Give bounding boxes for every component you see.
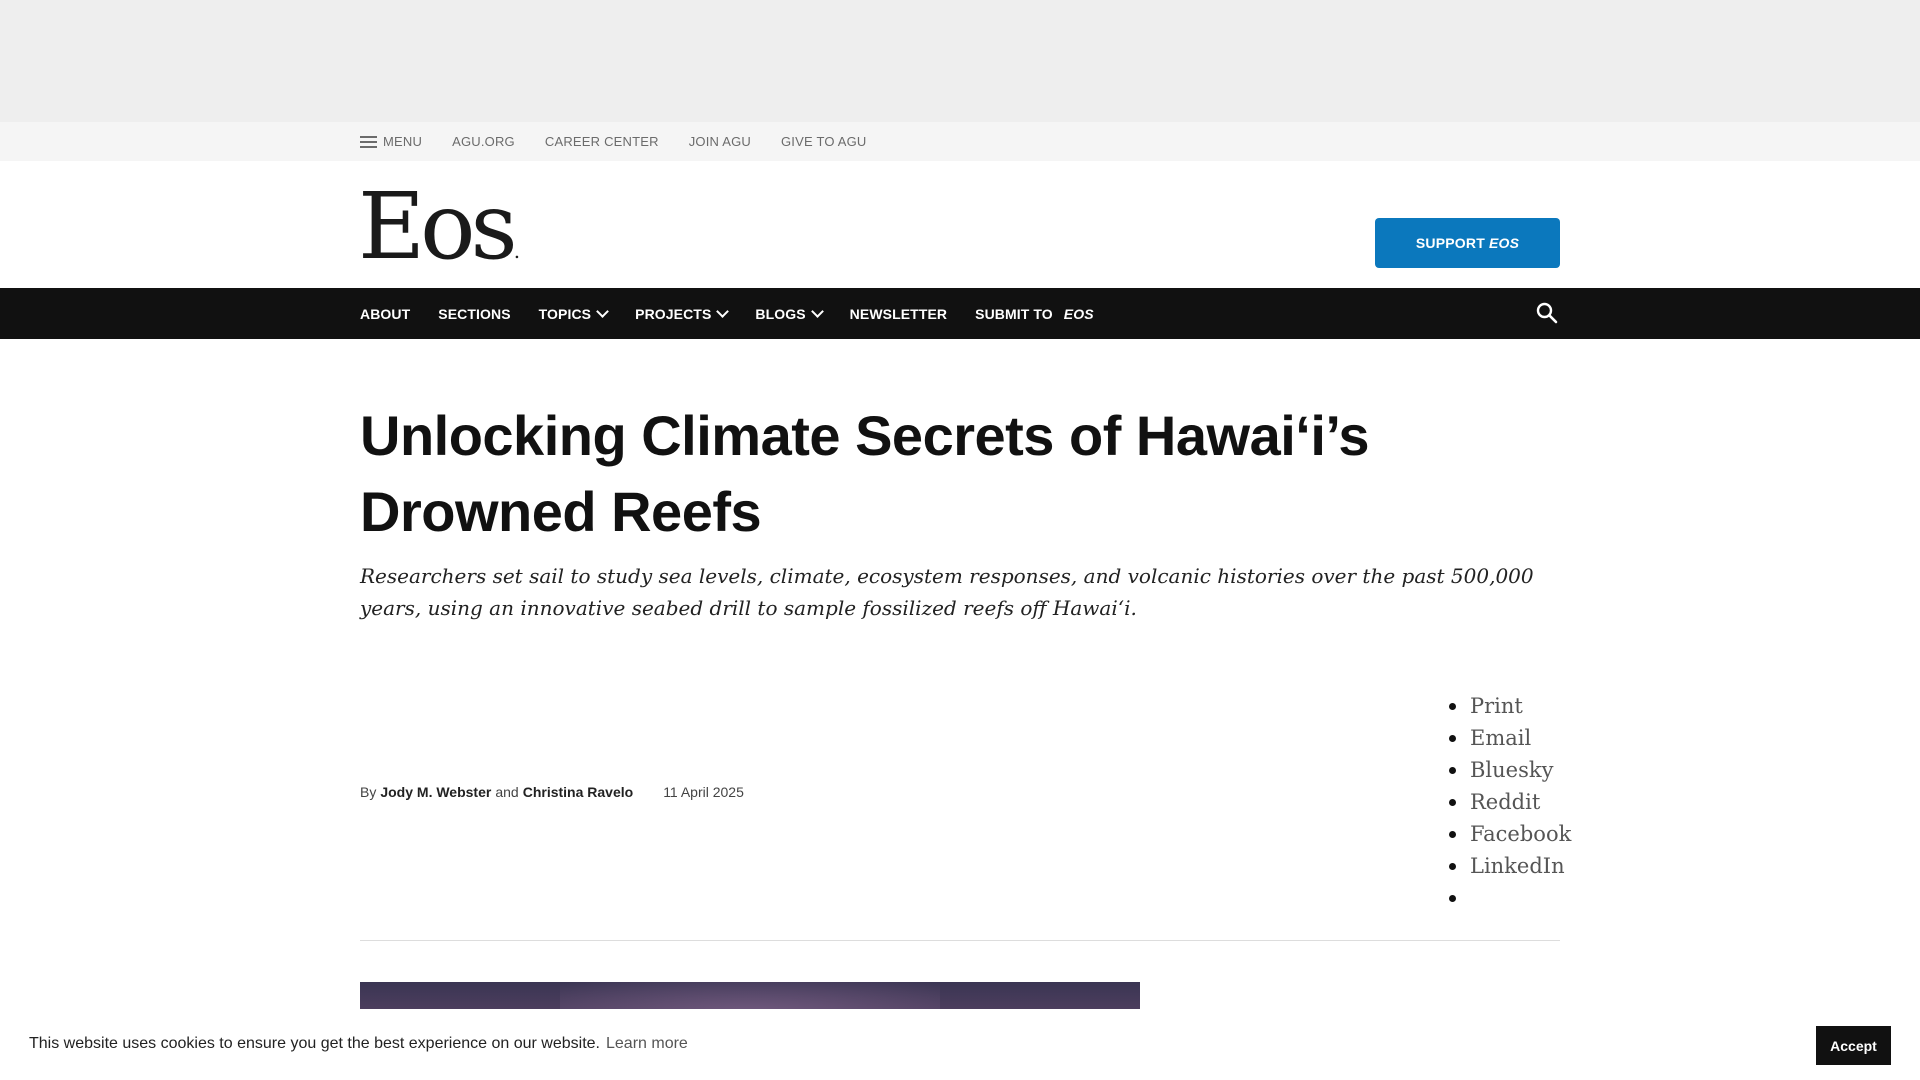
- share-reddit[interactable]: Reddit: [1449, 786, 1571, 818]
- menu-label: MENU: [383, 134, 423, 149]
- nav-about[interactable]: ABOUT: [360, 306, 410, 322]
- cookie-text: This website uses cookies to ensure you …: [29, 1035, 688, 1053]
- share-list: Print Email Bluesky Reddit Facebook Link…: [1449, 690, 1571, 914]
- chevron-down-icon: [716, 304, 730, 318]
- nav-sections-label: SECTIONS: [438, 305, 511, 322]
- share-linkedin[interactable]: LinkedIn: [1449, 850, 1571, 882]
- share-print[interactable]: Print: [1449, 690, 1571, 722]
- chevron-down-icon: [596, 304, 609, 318]
- masthead: Eos. SUPPORT EOS: [0, 161, 1920, 288]
- eos-logo[interactable]: Eos.: [358, 181, 520, 297]
- menu-button[interactable]: MENU: [360, 134, 422, 149]
- support-eos-button[interactable]: SUPPORT EOS: [1375, 218, 1560, 268]
- give-to-agu-link[interactable]: GIVE TO AGU: [781, 134, 867, 149]
- nav-projects[interactable]: PROJECTS: [635, 304, 730, 322]
- accept-cookies-button[interactable]: Accept: [1816, 1026, 1891, 1065]
- author-link[interactable]: Christina Ravelo: [523, 784, 633, 800]
- nav-blogs-label: BLOGS: [755, 305, 806, 322]
- nav-topics-label: TOPICS: [538, 305, 592, 322]
- search-icon[interactable]: [1535, 301, 1559, 325]
- chevron-down-icon: [810, 304, 824, 318]
- article-title: Unlocking Climate Secrets of Hawai‘i’s D…: [360, 404, 1370, 543]
- share-email[interactable]: Email: [1449, 722, 1571, 754]
- nav-submit-label: SUBMIT TO: [975, 305, 1053, 322]
- utility-bar: MENU AGU.ORG CAREER CENTER JOIN AGU GIVE…: [0, 122, 1920, 161]
- main-nav: ABOUT SECTIONS TOPICS PROJECTS BLOGS NEW…: [0, 288, 1920, 339]
- learn-more-link[interactable]: Learn more: [606, 1035, 688, 1052]
- nav-newsletter-label: NEWSLETTER: [849, 305, 948, 322]
- cookie-message: This website uses cookies to ensure you …: [29, 1035, 600, 1052]
- hamburger-icon: [360, 135, 377, 148]
- cookie-banner: This website uses cookies to ensure you …: [0, 1009, 1920, 1080]
- share-bluesky[interactable]: Bluesky: [1449, 754, 1571, 786]
- nav-blogs[interactable]: BLOGS: [755, 304, 824, 322]
- byline-by: By: [360, 784, 377, 800]
- nav-submit[interactable]: SUBMIT TO EOS: [975, 306, 1094, 322]
- agu-org-link[interactable]: AGU.ORG: [452, 134, 515, 149]
- article-dek: Researchers set sail to study sea levels…: [360, 564, 1534, 620]
- support-label-em: EOS: [1488, 235, 1520, 251]
- nav-newsletter[interactable]: NEWSLETTER: [850, 306, 947, 322]
- nav-topics[interactable]: TOPICS: [538, 304, 609, 322]
- join-agu-link[interactable]: JOIN AGU: [689, 134, 751, 149]
- share-empty-item[interactable]: [1449, 882, 1571, 914]
- logo-text: Eos: [358, 173, 518, 280]
- publish-date: 11 April 2025: [663, 784, 744, 800]
- share-facebook[interactable]: Facebook: [1449, 818, 1571, 850]
- author-link[interactable]: Jody M. Webster: [380, 784, 491, 800]
- divider: [360, 940, 1560, 941]
- support-label: SUPPORT: [1415, 235, 1485, 251]
- career-center-link[interactable]: CAREER CENTER: [545, 134, 659, 149]
- ad-banner-area: [0, 0, 1920, 122]
- logo-mark: .: [513, 239, 521, 263]
- nav-sections[interactable]: SECTIONS: [438, 306, 510, 322]
- byline-and: and: [495, 784, 519, 800]
- nav-about-label: ABOUT: [360, 305, 411, 322]
- byline: By Jody M. Webster and Christina Ravelo …: [360, 784, 744, 800]
- nav-submit-em: EOS: [1063, 305, 1094, 322]
- nav-projects-label: PROJECTS: [635, 305, 712, 322]
